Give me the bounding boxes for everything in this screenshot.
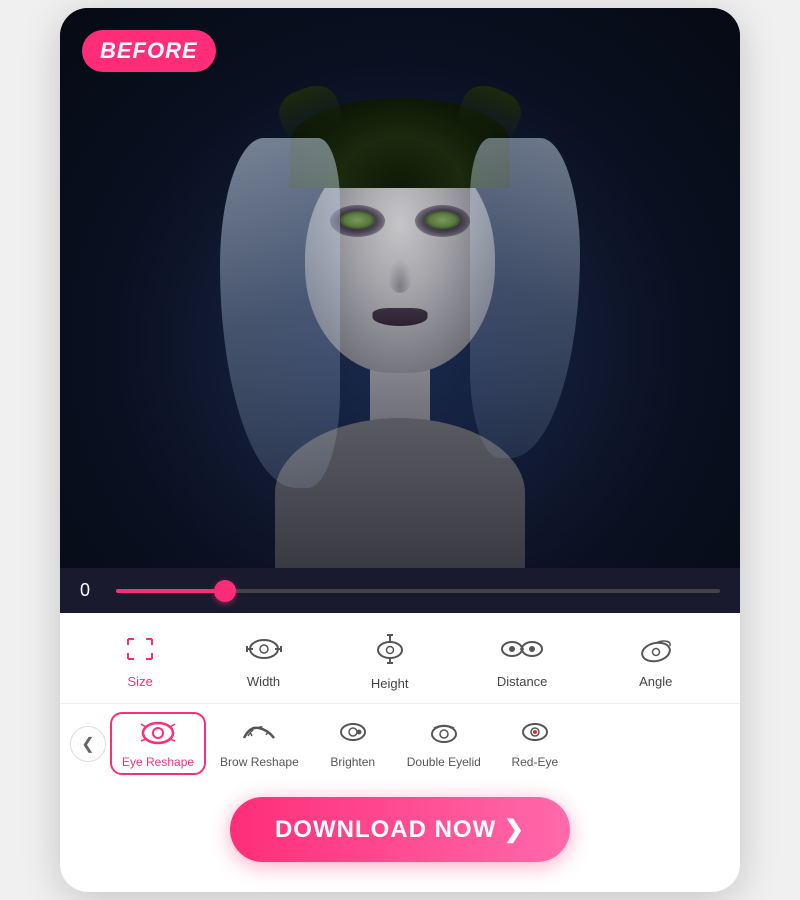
height-icon [373,633,407,670]
tool-eye-reshape[interactable]: Eye Reshape [110,712,206,775]
tool-red-eye[interactable]: Red-Eye [495,714,575,773]
red-eye-icon [517,718,553,751]
figure [260,88,540,568]
double-eyelid-label: Double Eyelid [407,755,481,769]
before-badge: BEFORE [82,30,216,72]
distance-label: Distance [497,674,548,689]
resize-icon [124,635,156,668]
angle-icon [636,635,676,668]
eye-reshape-label: Eye Reshape [122,755,194,769]
photo-preview [60,8,740,568]
eye-reshape-icon [139,718,177,751]
tools-row-secondary: ❮ Eye Reshape [60,704,740,783]
chevron-left-icon: ❮ [81,734,94,754]
download-button[interactable]: DOWNLOAD NOW ❯ [230,797,570,862]
brow-reshape-label: Brow Reshape [220,755,299,769]
slider-value: 0 [80,580,100,601]
tool-distance[interactable]: Distance [489,631,556,693]
height-label: Height [371,676,409,691]
brighten-icon [335,718,371,751]
nav-back-button[interactable]: ❮ [70,726,106,762]
slider-thumb[interactable] [214,580,236,602]
tool-brighten[interactable]: Brighten [313,714,393,773]
angle-label: Angle [639,674,672,689]
slider-fill [116,589,225,593]
slider-row: 0 [60,568,740,613]
width-icon [245,635,283,668]
size-label: Size [128,674,153,689]
tools-row-primary: Size Width [60,613,740,704]
left-eye [340,211,375,229]
tool-brow-reshape[interactable]: Brow Reshape [210,714,309,773]
brighten-label: Brighten [330,755,375,769]
tool-height[interactable]: Height [363,629,417,695]
red-eye-label: Red-Eye [511,755,558,769]
nose [388,258,413,293]
lips [373,308,428,326]
brow-reshape-icon [240,718,278,751]
tool-width[interactable]: Width [237,631,291,693]
distance-icon [500,635,544,668]
tool-size[interactable]: Size [116,631,164,693]
slider-track[interactable] [116,589,720,593]
main-card: BEFORE [60,8,740,892]
right-eye [425,211,460,229]
double-eyelid-icon [426,718,462,751]
width-label: Width [247,674,280,689]
tool-angle[interactable]: Angle [628,631,684,693]
tool-double-eyelid[interactable]: Double Eyelid [397,714,491,773]
